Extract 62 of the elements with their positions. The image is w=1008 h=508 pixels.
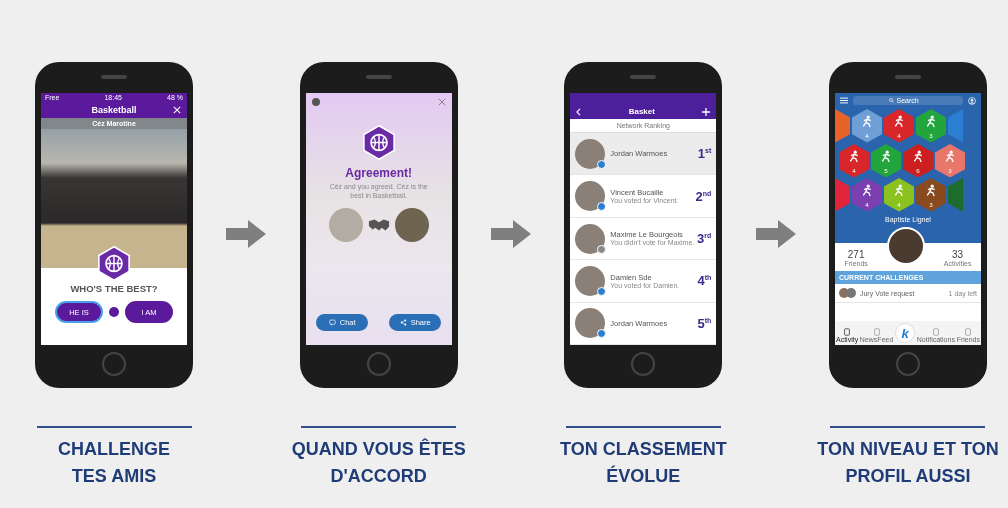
search-icon: [889, 98, 895, 103]
info-icon[interactable]: [311, 98, 320, 106]
rank-text: 5$^{th}$: [697, 315, 712, 331]
chat-bubble-icon: [328, 319, 336, 326]
tab-icon: [964, 328, 973, 336]
rank-text: 1$^{st}$: [697, 146, 712, 162]
figure-icon: [881, 150, 891, 163]
arrow-icon: [755, 220, 796, 248]
sport-tile[interactable]: [947, 109, 963, 143]
sport-tile[interactable]: [947, 178, 963, 212]
tab-icon: [843, 328, 852, 336]
rank-text: 3$^{rd}$: [697, 231, 712, 246]
avatar-placeholder: [575, 308, 606, 339]
menu-icon[interactable]: [839, 97, 848, 104]
figure-icon: [849, 150, 859, 163]
question-text: WHO'S THE BEST?: [69, 283, 159, 294]
figure-icon: [913, 150, 923, 163]
figure-icon: [926, 184, 936, 197]
phone-speaker: [630, 75, 657, 79]
phone-speaker: [101, 75, 127, 79]
tab-icon: [931, 328, 940, 336]
screen-title: Basketball: [91, 105, 137, 115]
phone-speaker: [894, 75, 921, 79]
figure-icon: [862, 115, 872, 128]
back-icon[interactable]: [576, 107, 582, 116]
handshake-icon: [367, 218, 390, 233]
plus-icon[interactable]: [702, 107, 711, 116]
screen-title: Basket: [628, 107, 655, 116]
sport-tile[interactable]: [834, 178, 850, 212]
phone-speaker: [365, 75, 392, 79]
sport-tile[interactable]: [834, 109, 850, 143]
avatar-placeholder: [575, 138, 606, 169]
figure-icon: [945, 150, 955, 163]
agreement-title: Agreement!: [344, 166, 413, 180]
avatar-placeholder: [838, 288, 849, 298]
center-button[interactable]: k: [895, 323, 916, 343]
rank-text: 2$^{nd}$: [695, 188, 712, 204]
avatar-placeholder: [575, 223, 606, 254]
avatar-placeholder: [328, 208, 363, 243]
figure-icon: [926, 115, 936, 128]
stat-value: 33: [952, 249, 964, 260]
avatar-placeholder: [575, 181, 606, 212]
tab-icon: [872, 328, 881, 336]
arrow-icon: [226, 220, 267, 248]
share-icon: [399, 319, 407, 326]
figure-icon: [894, 115, 904, 128]
rank-text: 4$^{th}$: [697, 273, 712, 289]
arrow-icon: [491, 220, 531, 248]
avatar-placeholder: [845, 288, 856, 298]
dot-icon: [109, 307, 119, 317]
user-icon[interactable]: [967, 96, 976, 105]
figure-icon: [894, 184, 904, 197]
basketball-hexagon-icon: [98, 246, 130, 281]
caption-text: CHALLENGE TES AMIS: [58, 438, 170, 488]
basketball-hexagon-icon: [362, 125, 395, 160]
caption-text: TON CLASSEMENT ÉVOLUE: [559, 438, 727, 488]
stat-value: 271: [847, 249, 865, 260]
caption-text: TON NIVEAU ET TON PROFIL AUSSI: [817, 438, 999, 488]
avatar-placeholder: [575, 265, 606, 296]
caption-text: QUAND VOUS ÊTES D'ACCORD: [291, 437, 466, 488]
avatar-placeholder: [394, 208, 429, 243]
figure-icon: [862, 184, 872, 197]
